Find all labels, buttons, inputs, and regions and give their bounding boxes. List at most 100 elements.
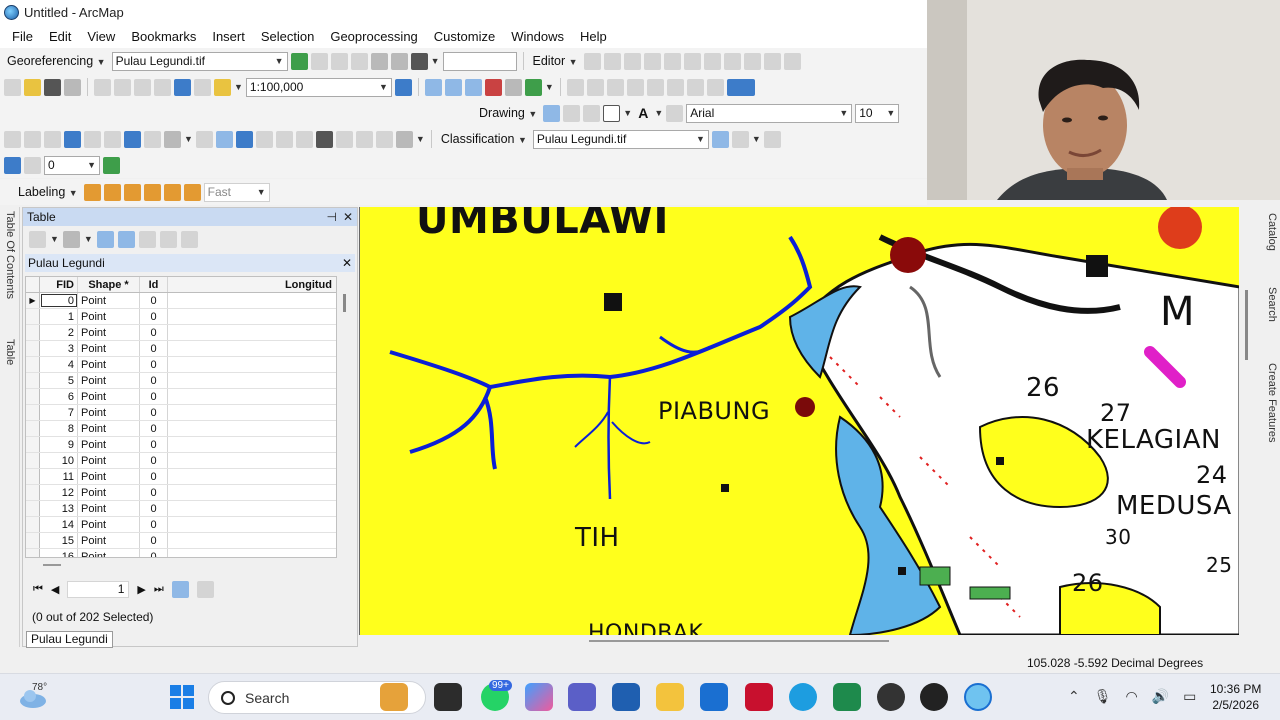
table-row[interactable]: 9 Point 0 bbox=[26, 437, 336, 453]
row-selector[interactable] bbox=[26, 341, 40, 356]
table-row[interactable]: 6 Point 0 bbox=[26, 389, 336, 405]
cell-shape[interactable]: Point bbox=[78, 501, 140, 516]
menu-view[interactable]: View bbox=[79, 29, 123, 44]
close-icon[interactable]: ✕ bbox=[342, 256, 352, 270]
delete-selected-icon[interactable] bbox=[180, 230, 198, 248]
menu-edit[interactable]: Edit bbox=[41, 29, 79, 44]
rectangle-icon[interactable] bbox=[603, 104, 621, 122]
new-text-icon[interactable]: A bbox=[635, 105, 651, 121]
row-selector[interactable] bbox=[26, 357, 40, 372]
time-slider-icon[interactable] bbox=[375, 130, 393, 148]
cell-fid[interactable]: 13 bbox=[40, 501, 78, 516]
cell-longitud[interactable] bbox=[168, 389, 336, 404]
drawing-menu[interactable]: Drawing ▼ bbox=[476, 106, 540, 120]
table-row[interactable]: 7 Point 0 bbox=[26, 405, 336, 421]
table-row[interactable]: 15 Point 0 bbox=[26, 533, 336, 549]
rotate-icon[interactable] bbox=[410, 52, 428, 70]
row-selector[interactable] bbox=[26, 437, 40, 452]
cut-polygons-icon[interactable] bbox=[743, 52, 761, 70]
table-row[interactable]: 11 Point 0 bbox=[26, 469, 336, 485]
cell-shape[interactable]: Point bbox=[78, 405, 140, 420]
cell-shape[interactable]: Point bbox=[78, 341, 140, 356]
cell-longitud[interactable] bbox=[168, 437, 336, 452]
cell-shape[interactable]: Point bbox=[78, 485, 140, 500]
cell-fid[interactable]: 7 bbox=[40, 405, 78, 420]
cell-longitud[interactable] bbox=[168, 549, 336, 557]
switch-selection-icon[interactable] bbox=[117, 230, 135, 248]
find-route-icon[interactable] bbox=[335, 130, 353, 148]
map-view[interactable]: UMBULAWI PIABUNG TIH KELAGIAN MEDUSA 27 … bbox=[359, 207, 1239, 635]
row-selector[interactable] bbox=[26, 309, 40, 324]
cell-id[interactable]: 0 bbox=[140, 453, 168, 468]
classification-layer-select[interactable]: Pulau Legundi.tif ▼ bbox=[532, 129, 709, 149]
topology-clear-icon[interactable] bbox=[706, 78, 724, 96]
view-unplaced-labels-icon[interactable] bbox=[143, 183, 161, 201]
pan-icon[interactable] bbox=[44, 130, 61, 148]
cell-shape[interactable]: Point bbox=[78, 309, 140, 324]
topology-inspector-icon[interactable] bbox=[666, 78, 684, 96]
cell-fid[interactable]: 12 bbox=[40, 485, 78, 500]
cell-id[interactable]: 0 bbox=[140, 389, 168, 404]
html-popup-icon[interactable] bbox=[275, 130, 293, 148]
mcafee-icon[interactable] bbox=[745, 683, 773, 711]
measure-icon[interactable] bbox=[295, 130, 313, 148]
table-row[interactable]: 13 Point 0 bbox=[26, 501, 336, 517]
catalog-tab[interactable]: Catalog bbox=[1260, 213, 1278, 283]
zoom-out-icon[interactable] bbox=[24, 130, 41, 148]
clear-selection-table-icon[interactable] bbox=[138, 230, 156, 248]
label-quality-select[interactable]: Fast ▼ bbox=[203, 182, 270, 202]
fixed-zoom-in-icon[interactable] bbox=[84, 130, 101, 148]
cell-longitud[interactable] bbox=[168, 533, 336, 548]
select-link-icon[interactable] bbox=[310, 52, 328, 70]
toc-tab[interactable]: Table Of Contents bbox=[2, 211, 18, 331]
cell-fid[interactable]: 16 bbox=[40, 549, 78, 557]
hyperlink-icon[interactable] bbox=[255, 130, 273, 148]
cell-id[interactable]: 0 bbox=[140, 549, 168, 557]
edit-vertices-drawing-icon[interactable] bbox=[666, 104, 684, 122]
row-selector[interactable] bbox=[26, 389, 40, 404]
row-selector[interactable] bbox=[26, 405, 40, 420]
zoom-whole-page-icon[interactable] bbox=[583, 104, 601, 122]
edge-icon[interactable] bbox=[789, 683, 817, 711]
topology-validate-icon[interactable] bbox=[606, 78, 624, 96]
table-bottom-tab[interactable]: Pulau Legundi bbox=[26, 631, 113, 648]
row-selector[interactable]: ▶ bbox=[26, 293, 40, 308]
cell-longitud[interactable] bbox=[168, 453, 336, 468]
split-icon[interactable] bbox=[763, 52, 781, 70]
cell-id[interactable]: 0 bbox=[140, 405, 168, 420]
topology-shared-icon[interactable] bbox=[686, 78, 704, 96]
battery-icon[interactable]: ▭ bbox=[1183, 688, 1196, 705]
cell-id[interactable]: 0 bbox=[140, 469, 168, 484]
cell-fid[interactable]: 2 bbox=[40, 325, 78, 340]
label-manager-icon[interactable] bbox=[83, 183, 101, 201]
current-record-input[interactable]: 1 bbox=[67, 580, 130, 598]
select-features-icon[interactable] bbox=[164, 130, 181, 148]
map-horizontal-scrollbar[interactable] bbox=[359, 635, 1239, 649]
table-of-contents-icon[interactable] bbox=[424, 78, 442, 96]
layer-color-icon[interactable] bbox=[726, 78, 755, 96]
topology-fix-icon[interactable] bbox=[626, 78, 644, 96]
print-icon[interactable] bbox=[64, 78, 81, 96]
column-header-id[interactable]: Id bbox=[140, 277, 168, 292]
classification-menu[interactable]: Classification ▼ bbox=[438, 132, 530, 146]
arctoolbox-icon[interactable] bbox=[484, 78, 502, 96]
column-header-shape[interactable]: Shape * bbox=[78, 277, 140, 292]
go-to-xy-icon[interactable] bbox=[355, 130, 373, 148]
cell-id[interactable]: 0 bbox=[140, 309, 168, 324]
font-name-select[interactable]: Arial ▼ bbox=[686, 103, 853, 123]
cell-fid[interactable]: 15 bbox=[40, 533, 78, 548]
related-tables-icon[interactable] bbox=[62, 230, 80, 248]
lock-labels-icon[interactable] bbox=[103, 183, 121, 201]
label-priority-icon[interactable] bbox=[163, 183, 181, 201]
cell-shape[interactable]: Point bbox=[78, 469, 140, 484]
cell-shape[interactable]: Point bbox=[78, 373, 140, 388]
refresh-icon[interactable] bbox=[4, 156, 21, 174]
add-data-icon[interactable] bbox=[214, 78, 231, 96]
weather-widget[interactable]: 78° bbox=[18, 682, 48, 712]
straight-segment-icon[interactable] bbox=[623, 52, 641, 70]
cell-fid[interactable]: 3 bbox=[40, 341, 78, 356]
cell-longitud[interactable] bbox=[168, 517, 336, 532]
point-icon[interactable] bbox=[683, 52, 701, 70]
draw-polygon-icon[interactable] bbox=[731, 130, 749, 148]
menu-help[interactable]: Help bbox=[572, 29, 615, 44]
